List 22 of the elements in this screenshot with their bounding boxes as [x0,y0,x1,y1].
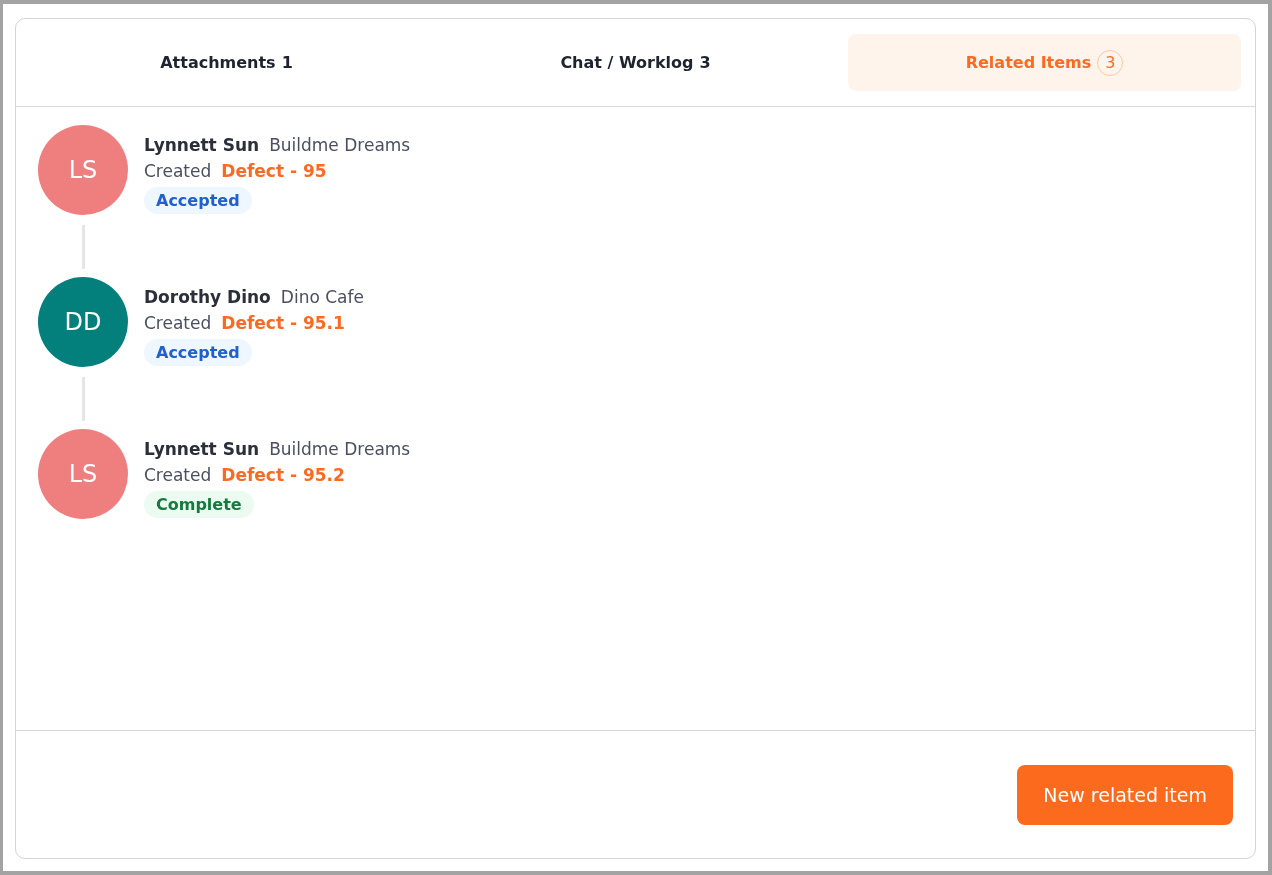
item-link[interactable]: Defect - 95.1 [221,313,345,333]
item-link[interactable]: Defect - 95 [221,161,327,181]
status-badge: Complete [144,491,254,518]
status-badge: Accepted [144,187,252,214]
new-related-item-button[interactable]: New related item [1017,764,1233,825]
tab[interactable]: Chat / Worklog 3 [439,34,832,91]
avatar: LS [38,429,128,519]
status-badge: Accepted [144,339,252,366]
company-name: Dino Cafe [280,287,364,307]
action-text: Created [144,161,212,181]
company-name: Buildme Dreams [269,439,411,459]
action-text: Created [144,465,212,485]
item-link[interactable]: Defect - 95.2 [221,465,345,485]
tab[interactable]: Related Items 3 [848,34,1241,91]
action-text: Created [144,313,212,333]
avatar: LS [38,125,128,215]
avatar: DD [38,277,128,367]
company-name: Buildme Dreams [269,135,411,155]
user-name: Lynnett Sun [144,135,260,155]
user-name: Dorothy Dino [144,287,271,307]
user-name: Lynnett Sun [144,439,260,459]
tab[interactable]: Attachments 1 [30,34,423,91]
